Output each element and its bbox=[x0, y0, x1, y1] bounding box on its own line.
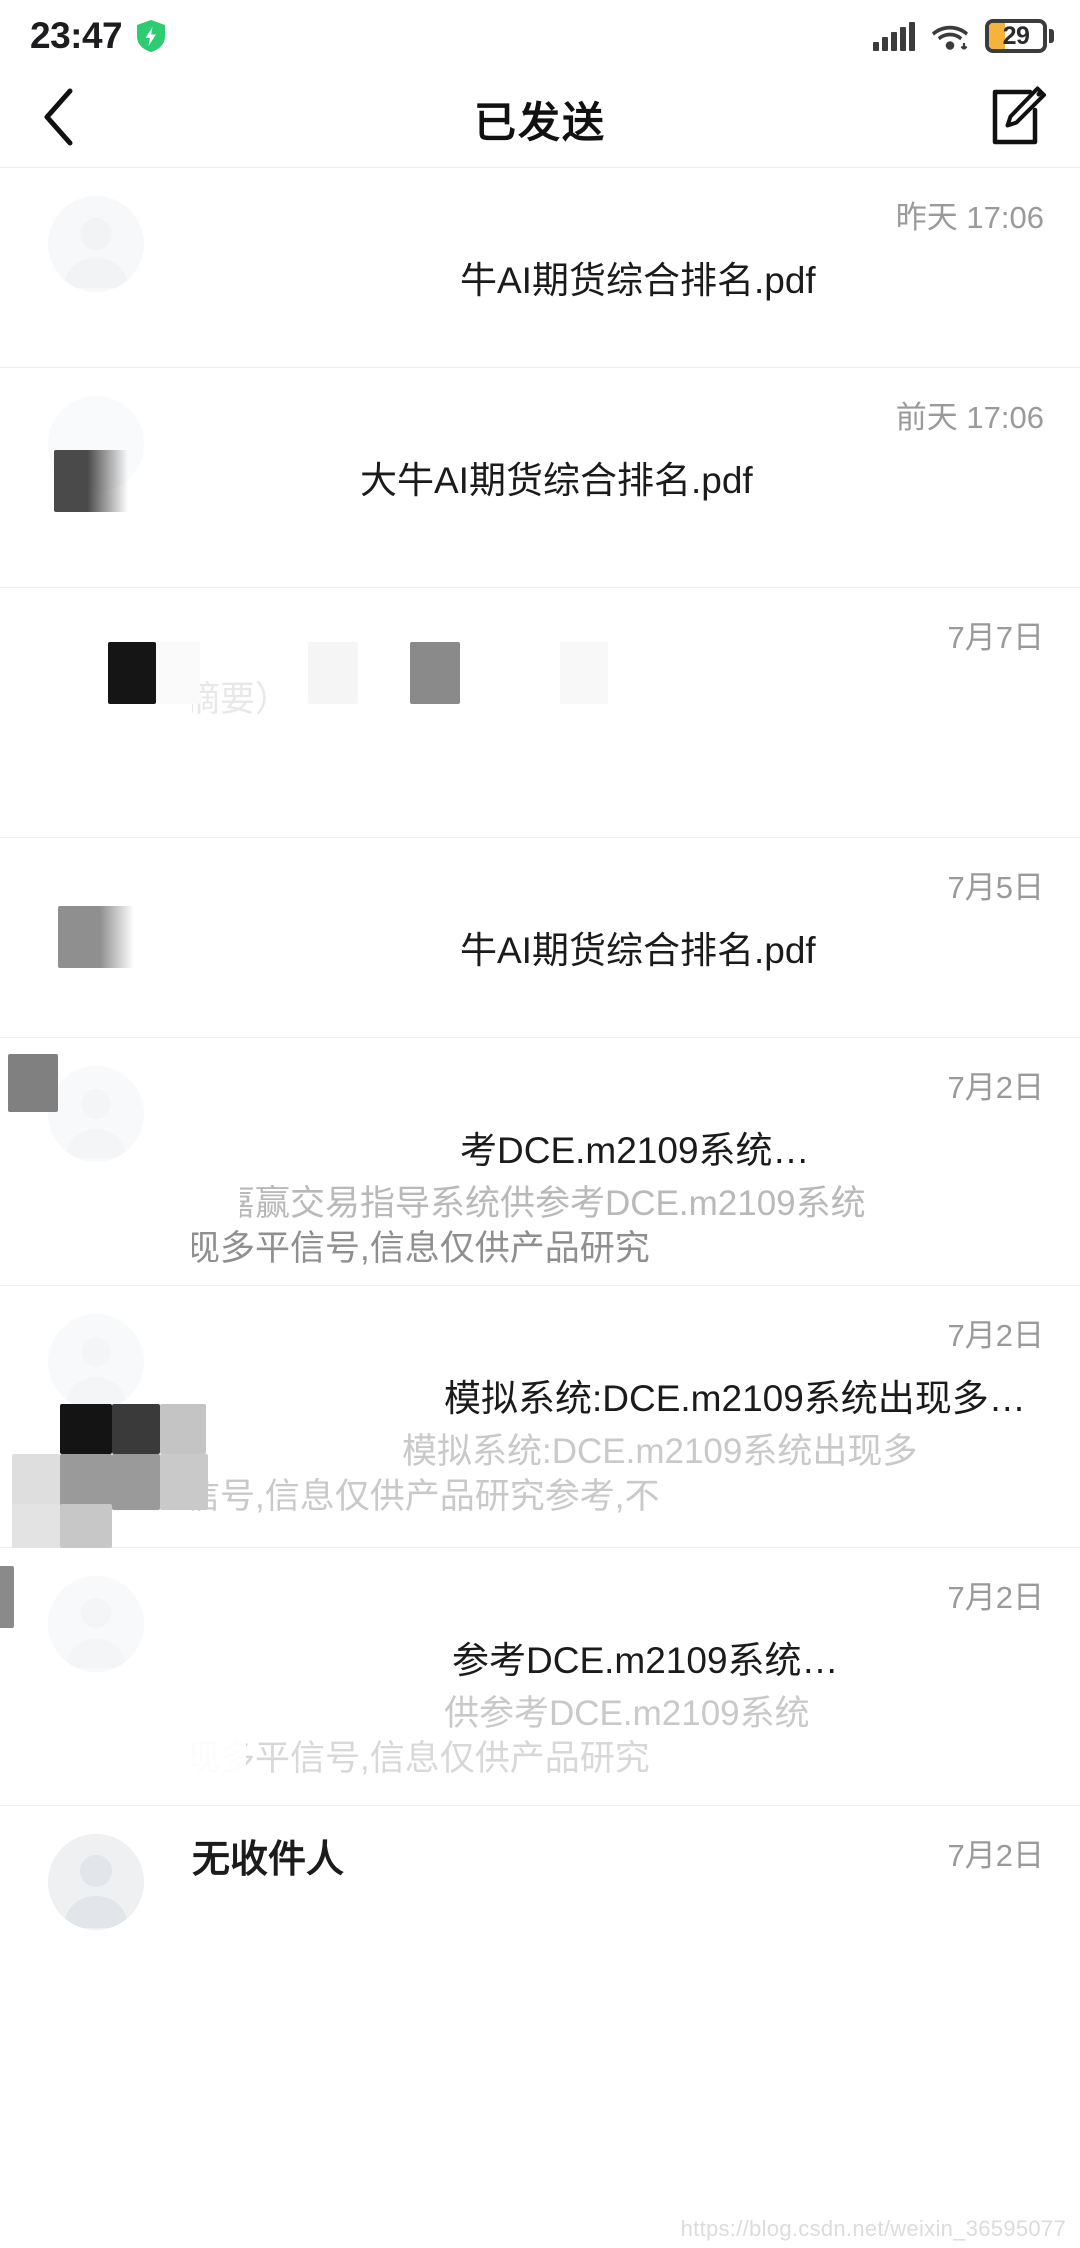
status-bar-left: 23:47 bbox=[30, 15, 166, 57]
wifi-icon bbox=[931, 20, 969, 52]
compose-pencil-icon bbox=[988, 86, 1048, 153]
sent-mail-list: 昨天 17:06 牛AI期货综合排名.pdf 前天 17:06 大牛AI期货综合… bbox=[0, 168, 1080, 1966]
app-header: 已发送 bbox=[0, 72, 1080, 168]
watermark: https://blog.csdn.net/weixin_36595077 bbox=[680, 2216, 1066, 2241]
redaction-block bbox=[60, 1454, 112, 1510]
mail-subject: 大牛AI期货综合排名.pdf bbox=[360, 460, 753, 501]
mail-preview: 无摘要） bbox=[192, 678, 1044, 723]
mail-date: 7月2日 bbox=[947, 1580, 1044, 1615]
back-chevron-icon bbox=[41, 88, 75, 151]
table-row[interactable]: 前天 17:06 大牛AI期货综合排名.pdf bbox=[0, 368, 1080, 588]
avatar bbox=[48, 1066, 144, 1162]
table-row[interactable]: 7月7日 无摘要） bbox=[0, 588, 1080, 838]
mail-subject: 牛AI期货综合排名.pdf bbox=[460, 260, 816, 301]
mail-subject: 模拟系统:DCE.m2109系统出现多… bbox=[444, 1378, 1026, 1419]
mail-subject: 参考DCE.m2109系统… bbox=[452, 1640, 839, 1681]
mail-date: 7月7日 bbox=[947, 620, 1044, 655]
mail-preview-line: 平信号,信息仅供产品研究参考,不 bbox=[192, 1476, 660, 1516]
redaction-block bbox=[0, 1566, 14, 1628]
back-button[interactable] bbox=[18, 80, 98, 160]
avatar bbox=[48, 1314, 144, 1410]
redaction-block bbox=[112, 1454, 160, 1510]
redaction-block bbox=[112, 1404, 160, 1454]
battery-percent-label: 29 bbox=[1002, 21, 1030, 50]
status-bar: 23:47 29 bbox=[0, 0, 1080, 72]
mail-preview-line: 出现多平信号,信息仅供产品研究 bbox=[192, 1738, 650, 1778]
mail-preview: 模拟系统:DCE.m2109系统出现多 平信号,信息仅供产品研究参考,不 bbox=[192, 1430, 1044, 1520]
mail-subject: 考DCE.m2109系统… bbox=[460, 1130, 810, 1171]
page-title: 已发送 bbox=[473, 99, 606, 146]
mail-preview-line: 模拟系统:DCE.m2109系统出现多 bbox=[402, 1432, 918, 1471]
table-row[interactable]: 昨天 17:06 牛AI期货综合排名.pdf bbox=[0, 168, 1080, 368]
table-row[interactable]: 7月2日 考DCE.m2109系统… 中期嘉赢交易指导系统供参考DCE.m210… bbox=[0, 1038, 1080, 1286]
mail-preview-line: 无摘要） bbox=[192, 680, 291, 719]
status-bar-clock: 23:47 bbox=[30, 15, 123, 56]
redaction-block bbox=[108, 642, 156, 704]
mail-date: 昨天 17:06 bbox=[895, 200, 1044, 235]
mail-date: 7月2日 bbox=[947, 1838, 1044, 1873]
mail-preview-line: 供参考DCE.m2109系统 bbox=[444, 1694, 810, 1733]
redaction-block bbox=[58, 906, 134, 968]
avatar bbox=[48, 196, 144, 292]
table-row[interactable]: 7月2日 模拟系统:DCE.m2109系统出现多… 模拟系统:DCE.m2109… bbox=[0, 1286, 1080, 1548]
mail-date: 7月2日 bbox=[947, 1070, 1044, 1105]
mail-date: 前天 17:06 bbox=[895, 400, 1044, 435]
mail-preview: 供参考DCE.m2109系统 出现多平信号,信息仅供产品研究 bbox=[192, 1692, 1044, 1782]
avatar bbox=[48, 1834, 144, 1930]
table-row[interactable]: 7月5日 牛AI期货综合排名.pdf bbox=[0, 838, 1080, 1038]
redaction-block bbox=[60, 1504, 112, 1548]
battery-icon: 29 bbox=[985, 19, 1054, 53]
cellular-signal-icon bbox=[873, 21, 915, 51]
mail-preview-line: 出现多平信号,信息仅供产品研究 bbox=[192, 1228, 650, 1268]
table-row[interactable]: 7月2日 参考DCE.m2109系统… 供参考DCE.m2109系统 出现多平信… bbox=[0, 1548, 1080, 1806]
status-bar-right: 29 bbox=[873, 19, 1054, 53]
mail-date: 7月5日 bbox=[947, 870, 1044, 905]
mail-preview: 中期嘉赢交易指导系统供参考DCE.m2109系统 出现多平信号,信息仅供产品研究 bbox=[192, 1182, 1044, 1272]
compose-button[interactable] bbox=[980, 82, 1056, 158]
table-row[interactable]: 无收件人 7月2日 bbox=[0, 1806, 1080, 1966]
redaction-block bbox=[12, 1504, 60, 1548]
avatar bbox=[48, 396, 144, 492]
sent-mail-screen: 23:47 29 已发送 昨天 17:06 牛AI期货综合排名.pdf 前天 1… bbox=[0, 0, 1080, 2248]
shield-bolt-icon bbox=[136, 19, 166, 53]
mail-preview-line: 中期嘉赢交易指导系统供参考DCE.m2109系统 bbox=[192, 1184, 866, 1223]
redaction-block bbox=[12, 1454, 60, 1510]
avatar bbox=[48, 1576, 144, 1672]
mail-date: 7月2日 bbox=[947, 1318, 1044, 1353]
sender-name: 无收件人 bbox=[192, 1839, 345, 1881]
redaction-block bbox=[60, 1404, 112, 1454]
mail-subject: 牛AI期货综合排名.pdf bbox=[460, 930, 816, 971]
